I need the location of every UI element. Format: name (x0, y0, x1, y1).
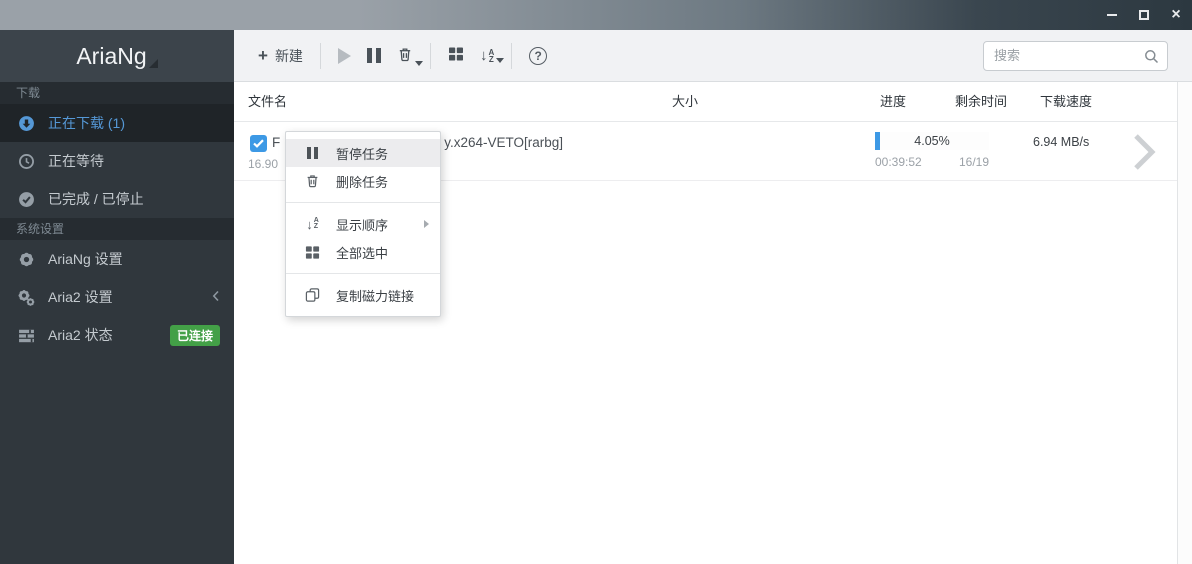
grid-icon (448, 46, 464, 65)
toolbar-separator (319, 42, 321, 69)
maximize-button[interactable] (1128, 0, 1160, 30)
menu-item-label: 复制磁力链接 (336, 288, 415, 304)
sidebar-item-label: 正在等待 (48, 153, 104, 169)
gear-icon (18, 251, 35, 268)
arrow-circle-down-icon (18, 115, 35, 132)
sort-button[interactable]: ↓ AZ (472, 42, 505, 69)
caret-down-icon (496, 58, 505, 63)
trash-icon (304, 173, 321, 189)
select-all-button[interactable] (440, 40, 472, 71)
sidebar-section-download: 下载 (0, 82, 234, 104)
trash-icon (397, 46, 413, 66)
minimize-icon (1107, 14, 1117, 16)
sidebar-item-waiting[interactable]: 正在等待 (0, 142, 234, 180)
grid-icon (304, 244, 321, 260)
start-task-button[interactable] (330, 42, 359, 70)
menu-item-copy-magnet-link[interactable]: 复制磁力链接 (286, 281, 440, 309)
submenu-caret-icon (424, 220, 429, 228)
search-box (983, 40, 1168, 71)
logo-caret-icon (148, 58, 158, 68)
question-circle-icon: ? (529, 46, 548, 65)
menu-item-label: 删除任务 (336, 174, 389, 190)
menu-separator (286, 273, 440, 274)
menu-item-pause-task[interactable]: 暂停任务 (286, 139, 440, 167)
app-logo-text: AriaNg (76, 42, 147, 69)
sidebar-item-aria2-settings[interactable]: Aria2 设置 (0, 278, 234, 316)
gears-icon (18, 289, 35, 306)
toolbar-separator (429, 42, 431, 69)
clock-icon (18, 153, 35, 170)
sidebar-item-label: AriaNg 设置 (48, 251, 123, 267)
task-progress-cell: 4.05% 00:39:52 16/19 (875, 132, 989, 169)
sort-az-icon: ↓ AZ (479, 47, 495, 64)
context-menu: 暂停任务 删除任务 ↓ A Z 显示顺序 全部选中 复制磁力链接 (285, 131, 441, 317)
sidebar-item-finished-stopped[interactable]: 已完成 / 已停止 (0, 180, 234, 218)
new-task-button[interactable]: + 新建 (250, 40, 311, 72)
menu-item-select-all[interactable]: 全部选中 (286, 238, 440, 266)
sidebar: AriaNg 下载 正在下载 (1) 正在等待 已完成 / 已停止 系统设置 A… (0, 30, 234, 564)
maximize-icon (1139, 10, 1149, 20)
expand-row-chevron-icon[interactable] (1132, 132, 1158, 177)
column-header-remaining-time: 剩余时间 (955, 94, 1008, 109)
toolbar: + 新建 ↓ A Z ? 搜索 (234, 30, 1192, 82)
sidebar-section-settings: 系统设置 (0, 218, 234, 240)
menu-separator (286, 202, 440, 203)
minimize-button[interactable] (1096, 0, 1128, 30)
pause-icon (366, 48, 381, 63)
column-header-size: 大小 (672, 94, 699, 109)
close-button[interactable]: × (1160, 0, 1192, 30)
check-icon (253, 139, 264, 148)
task-download-speed: 6.94 MB/s (1033, 135, 1090, 149)
delete-task-button[interactable] (389, 40, 423, 72)
menu-item-label: 暂停任务 (336, 146, 389, 162)
task-size: 16.90 (248, 157, 279, 171)
check-circle-icon (18, 191, 35, 208)
sidebar-item-label: 已完成 / 已停止 (48, 191, 144, 207)
task-connections: 16/19 (958, 155, 989, 169)
play-icon (337, 47, 351, 64)
progress-bar: 4.05% (875, 132, 989, 150)
scrollbar-track[interactable] (1177, 82, 1192, 564)
sidebar-item-downloading[interactable]: 正在下载 (1) (0, 104, 234, 142)
sort-icon: ↓ A Z (306, 216, 319, 232)
search-icon (1144, 49, 1159, 69)
menu-item-label: 全部选中 (336, 245, 389, 261)
column-header-progress: 进度 (880, 94, 907, 109)
help-button[interactable]: ? (521, 41, 555, 71)
chevron-left-icon (212, 289, 220, 305)
task-remaining-time: 00:39:52 (875, 155, 922, 169)
task-table-header: 文件名 大小 进度 剩余时间 下载速度 (234, 82, 1192, 122)
progress-percent: 4.05% (914, 134, 950, 148)
close-icon: × (1171, 6, 1181, 23)
task-checkbox[interactable] (250, 135, 267, 152)
app-logo[interactable]: AriaNg (0, 30, 234, 82)
sidebar-item-label: Aria2 状态 (48, 327, 113, 343)
pause-icon (304, 145, 321, 161)
sidebar-item-label: Aria2 设置 (48, 289, 113, 305)
caret-down-icon (414, 60, 423, 66)
search-input[interactable] (983, 40, 1168, 71)
app-window: × AriaNg 下载 正在下载 (1) 正在等待 已完成 / 已停止 系统设置… (0, 0, 1192, 564)
column-header-download-speed: 下载速度 (1040, 94, 1093, 109)
menu-item-display-order[interactable]: ↓ A Z 显示顺序 (286, 210, 440, 238)
new-task-label: 新建 (274, 47, 303, 64)
column-header-filename: 文件名 (248, 94, 288, 109)
toolbar-separator (511, 42, 513, 69)
pause-task-button[interactable] (359, 42, 389, 69)
copy-icon (304, 287, 321, 303)
tasks-icon (18, 327, 35, 344)
sidebar-item-label: 正在下载 (1) (48, 115, 125, 131)
connection-status-badge: 已连接 (169, 324, 220, 346)
menu-item-label: 显示顺序 (336, 217, 389, 233)
sidebar-item-ariang-settings[interactable]: AriaNg 设置 (0, 240, 234, 278)
titlebar: × (0, 0, 1192, 30)
plus-icon: + (258, 46, 268, 65)
sidebar-item-aria2-status[interactable]: Aria2 状态 已连接 (0, 316, 234, 354)
menu-item-delete-task[interactable]: 删除任务 (286, 167, 440, 195)
